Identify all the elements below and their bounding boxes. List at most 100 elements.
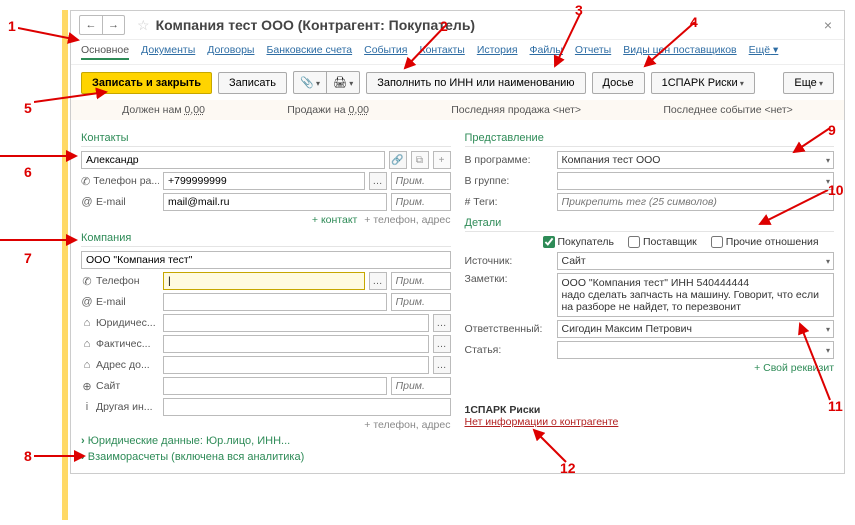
contact-email-input[interactable]	[163, 193, 387, 211]
other-info-input[interactable]	[163, 398, 451, 416]
left-column: Контакты 🔗 ⧉ + ✆Телефон ра... … @E-mail …	[81, 126, 451, 463]
responsible-select[interactable]: Сигодин Максим Петрович	[557, 320, 835, 338]
tab-files[interactable]: Файлы	[530, 44, 563, 60]
legal-addr-icon: ⌂	[81, 317, 93, 329]
email-icon: @	[81, 196, 93, 208]
fill-inn-button[interactable]: Заполнить по ИНН или наименованию	[366, 72, 585, 94]
other-rel-checkbox[interactable]: Прочие отношения	[711, 236, 819, 248]
buyer-checkbox[interactable]: Покупатель	[543, 236, 614, 248]
status-last-sale: Последняя продажа <нет>	[451, 104, 581, 116]
annotation-8: 8	[24, 448, 32, 464]
content-area: Контакты 🔗 ⧉ + ✆Телефон ра... … @E-mail …	[71, 120, 844, 473]
own-requisite-link[interactable]: + Свой реквизит	[754, 362, 834, 374]
company-phone-note-input[interactable]	[391, 272, 451, 290]
annotation-7: 7	[24, 250, 32, 266]
delivery-addr-more-button[interactable]: …	[433, 356, 451, 374]
tags-label: # Теги:	[465, 196, 553, 208]
site-note-input[interactable]	[391, 377, 451, 395]
tab-contacts[interactable]: Контакты	[419, 44, 464, 60]
actual-addr-more-button[interactable]: …	[433, 335, 451, 353]
tags-input[interactable]	[557, 193, 835, 211]
actual-address-input[interactable]	[163, 335, 429, 353]
window-title: Компания тест ООО (Контрагент: Покупател…	[156, 17, 476, 33]
notes-textarea[interactable]: ООО "Компания тест" ИНН 540444444 надо с…	[557, 273, 835, 317]
save-close-button[interactable]: Записать и закрыть	[81, 72, 212, 94]
company-section-title: Компания	[81, 232, 451, 247]
close-icon[interactable]: ×	[820, 17, 836, 33]
tab-history[interactable]: История	[477, 44, 518, 60]
tab-reports[interactable]: Отчеты	[575, 44, 611, 60]
status-debt: Должен нам 0,00	[122, 104, 205, 116]
contact-phone-input[interactable]	[163, 172, 365, 190]
spark-risks-button[interactable]: 1СПАРК Риски	[651, 72, 755, 94]
supplier-checkbox[interactable]: Поставщик	[628, 236, 697, 248]
tab-more[interactable]: Ещё ▾	[749, 44, 779, 60]
tab-events[interactable]: События	[364, 44, 407, 60]
company-phone-icon: ✆	[81, 275, 93, 288]
add-phone-link[interactable]: + телефон, адрес	[364, 214, 450, 226]
legal-address-input[interactable]	[163, 314, 429, 332]
prog-label: В программе:	[465, 154, 553, 166]
attach-button[interactable]: 📎	[293, 71, 327, 94]
company-phone-input[interactable]	[163, 272, 365, 290]
company-email-icon: @	[81, 296, 93, 308]
toolbar-more-button[interactable]: Еще	[783, 72, 834, 94]
program-name-select[interactable]: Компания тест ООО	[557, 151, 835, 169]
contact-add-button[interactable]: +	[433, 151, 451, 169]
status-sales: Продажи на 0,00	[287, 104, 369, 116]
site-icon: ⊕	[81, 380, 93, 393]
status-bar: Должен нам 0,00 Продажи на 0,00 Последня…	[71, 100, 844, 120]
favorite-star-icon[interactable]: ☆	[137, 17, 150, 34]
tab-bank[interactable]: Банковские счета	[266, 44, 352, 60]
tab-bar: Основное Документы Договоры Банковские с…	[71, 40, 844, 65]
group-select[interactable]	[557, 172, 835, 190]
tab-supplier-prices[interactable]: Виды цен поставщиков	[623, 44, 736, 60]
other-info-icon: i	[81, 401, 93, 413]
annotation-6: 6	[24, 164, 32, 180]
sidebar-stripe	[62, 10, 68, 520]
save-button[interactable]: Записать	[218, 72, 287, 94]
contact-chain-button[interactable]: ⧉	[411, 151, 429, 169]
phone-note-input[interactable]	[391, 172, 451, 190]
spark-title: 1СПАРК Риски	[465, 404, 835, 416]
nav-back-button[interactable]: ←	[80, 16, 102, 34]
print-button[interactable]: 🖨	[327, 71, 360, 94]
add-contact-link[interactable]: + контакт	[312, 214, 357, 226]
actual-addr-icon: ⌂	[81, 338, 93, 350]
delivery-address-input[interactable]	[163, 356, 429, 374]
company-name-input[interactable]	[81, 251, 451, 269]
nav-forward-button[interactable]: →	[102, 16, 124, 34]
collapse-settlements[interactable]: Взаиморасчеты (включена вся аналитика)	[81, 451, 451, 463]
source-label: Источник:	[465, 255, 553, 267]
dossier-button[interactable]: Досье	[592, 72, 645, 94]
company-email-input[interactable]	[163, 293, 387, 311]
company-email-note-input[interactable]	[391, 293, 451, 311]
resp-label: Ответственный:	[465, 323, 553, 335]
annotation-5: 5	[24, 100, 32, 116]
group-label: В группе:	[465, 175, 553, 187]
representation-title: Представление	[465, 132, 835, 147]
contact-name-input[interactable]	[81, 151, 385, 169]
contact-link-button[interactable]: 🔗	[389, 151, 407, 169]
spark-no-info-link[interactable]: Нет информации о контрагенте	[465, 416, 835, 428]
company-add-phone-link[interactable]: + телефон, адрес	[364, 419, 450, 431]
annotation-1: 1	[8, 18, 16, 34]
tab-documents[interactable]: Документы	[141, 44, 195, 60]
site-input[interactable]	[163, 377, 387, 395]
contacts-section-title: Контакты	[81, 132, 451, 147]
source-select[interactable]: Сайт	[557, 252, 835, 270]
status-last-event: Последнее событие <нет>	[663, 104, 792, 116]
form-window: ← → ☆ Компания тест ООО (Контрагент: Пок…	[70, 10, 845, 474]
article-select[interactable]	[557, 341, 835, 359]
legal-addr-more-button[interactable]: …	[433, 314, 451, 332]
toolbar: Записать и закрыть Записать 📎 🖨 Заполнит…	[71, 65, 844, 100]
tab-main[interactable]: Основное	[81, 44, 129, 60]
delivery-addr-icon: ⌂	[81, 359, 93, 371]
collapse-legal-data[interactable]: Юридические данные: Юр.лицо, ИНН...	[81, 435, 451, 447]
email-note-input[interactable]	[391, 193, 451, 211]
details-title: Детали	[465, 217, 835, 232]
titlebar: ← → ☆ Компания тест ООО (Контрагент: Пок…	[71, 11, 844, 40]
company-phone-more-button[interactable]: …	[369, 272, 387, 290]
tab-contracts[interactable]: Договоры	[207, 44, 254, 60]
phone-more-button[interactable]: …	[369, 172, 387, 190]
